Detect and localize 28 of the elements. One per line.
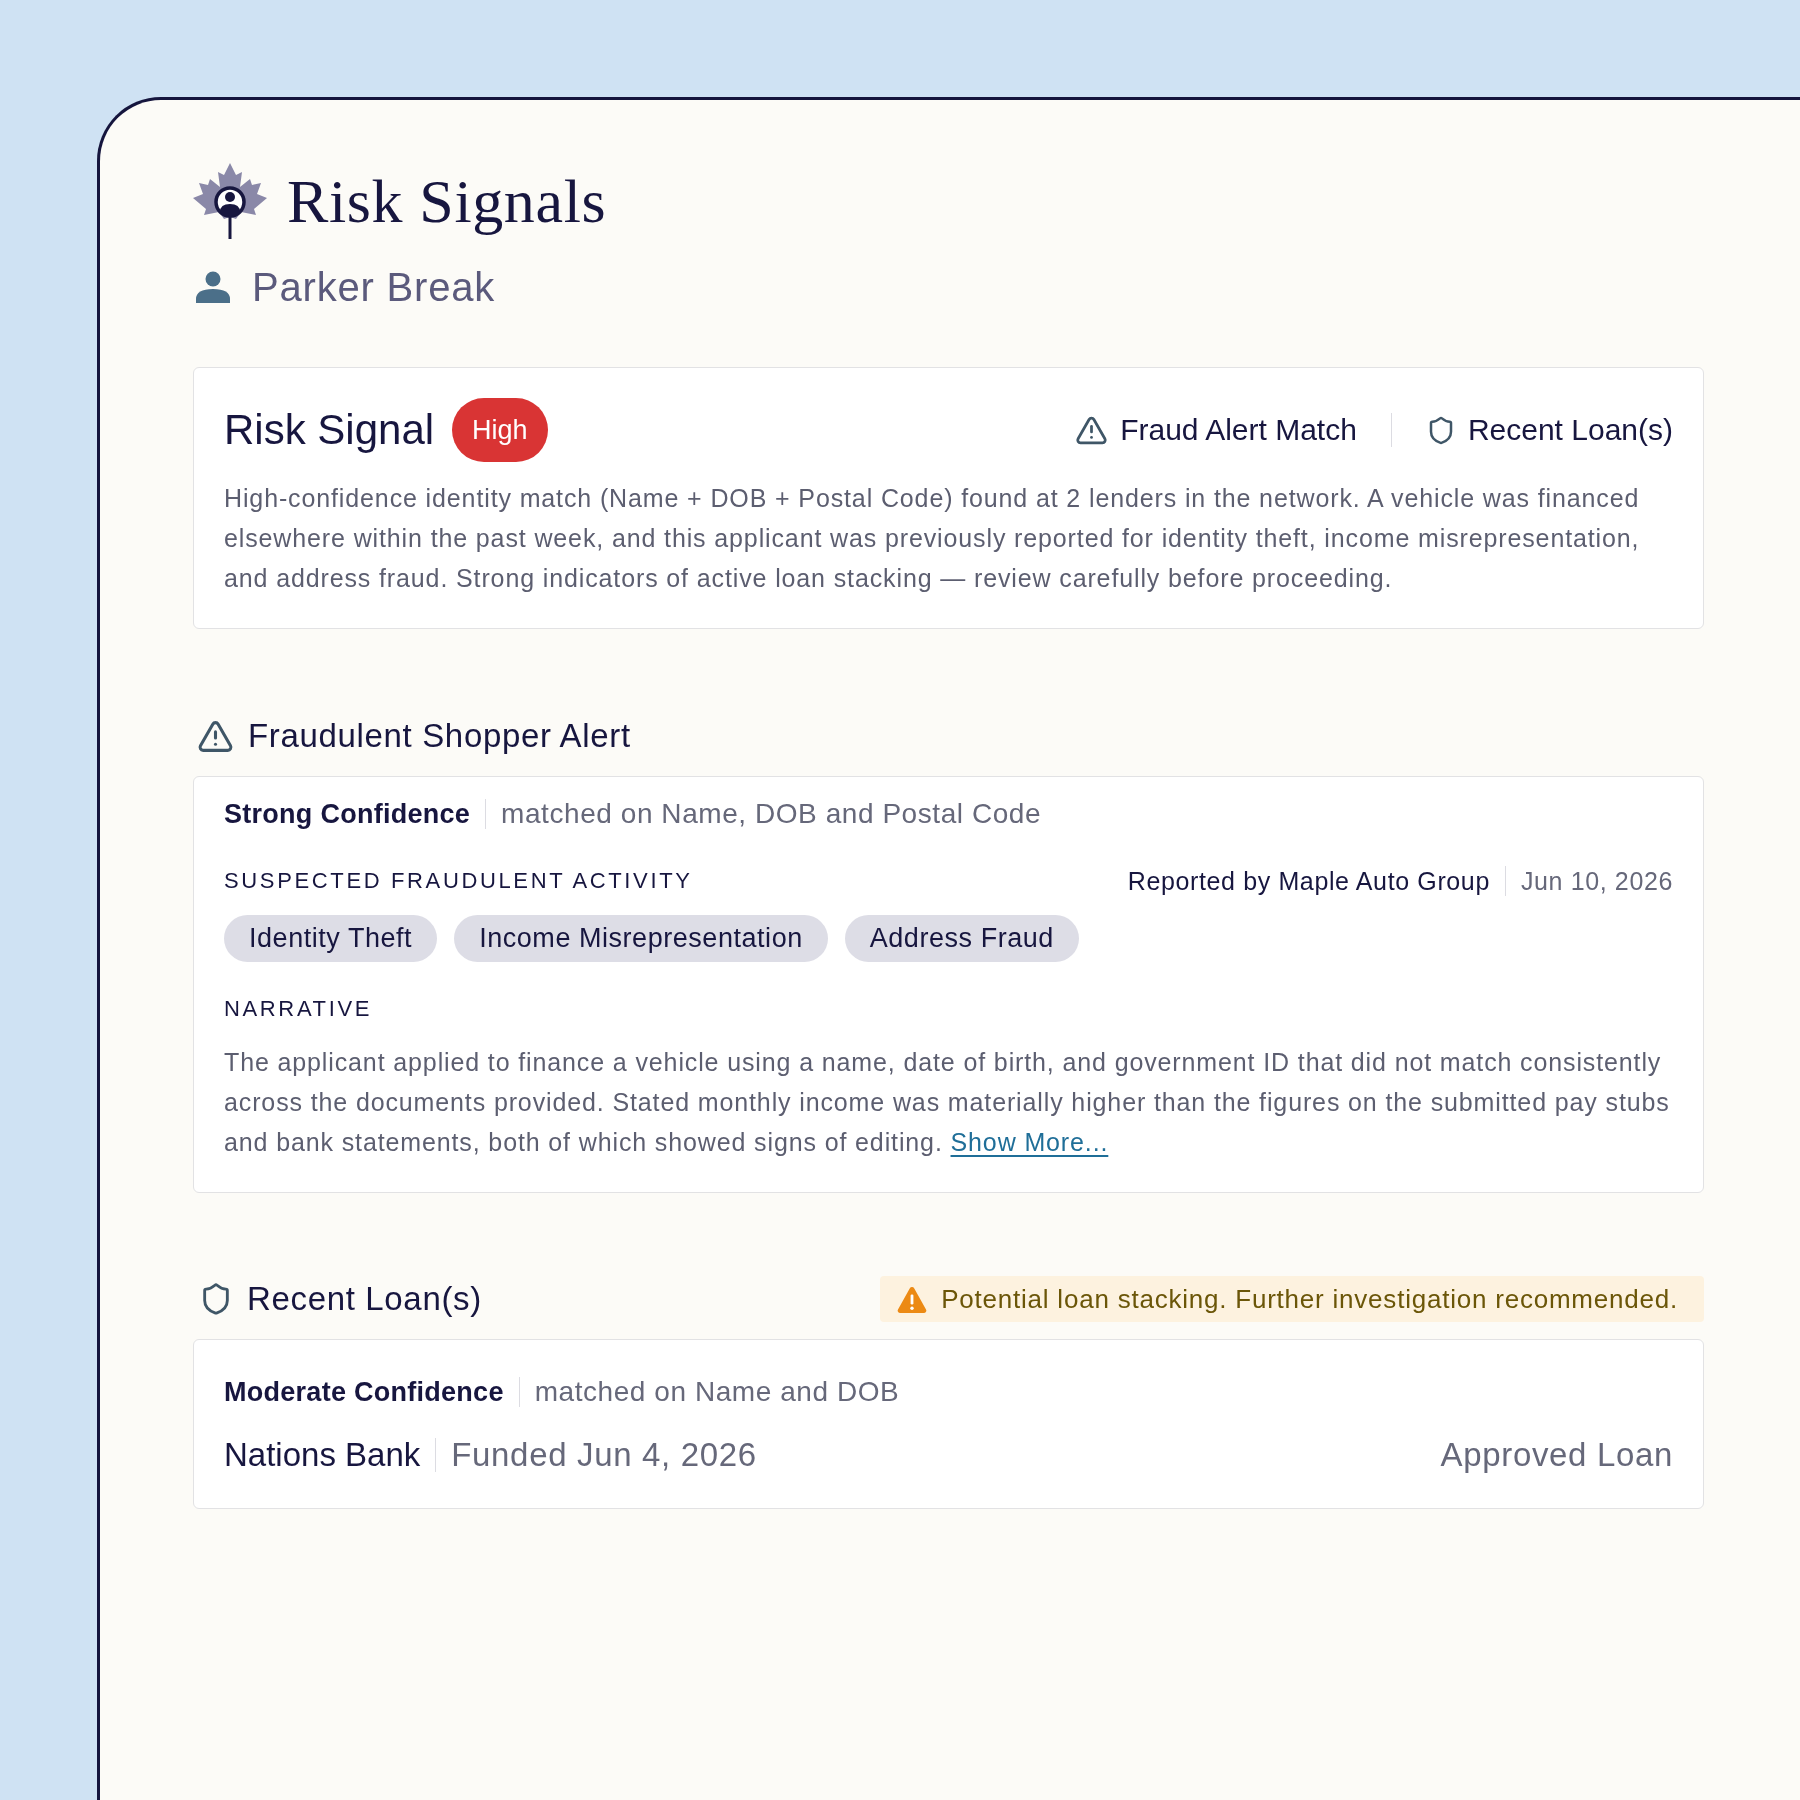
section-title: Recent Loan(s) [247,1279,482,1319]
narrative-text: The applicant applied to finance a vehicle using a name, date of birth, and government ID that did not match consistently across the documents provided. Stated monthly income was materially higher than the figures on the submitted pay stubs and bank statements, both of which showed signs of editing. Show More... [224,1047,1671,1158]
activity-heading: SUSPECTED FRAUDULENT ACTIVITY [224,867,693,895]
loan-status: Approved Loan [1440,1435,1673,1475]
reported-by: Reported by Maple Auto Group [1127,866,1490,897]
match-basis: matched on Name and DOB [534,1375,900,1409]
severity-badge: High [452,398,548,462]
confidence-label: Moderate Confidence [224,1376,504,1409]
show-more-link[interactable]: Show More... [950,1128,1109,1156]
source-label: Recent Loan(s) [1467,412,1673,448]
warning-text: Potential loan stacking. Further investigation recommended. [941,1283,1678,1315]
warning-icon [897,1285,928,1313]
summary-text: High-confidence identity match (Name + DOB + Postal Code) found at 2 lenders in the network. A vehicle was financed elsewhere within the past week, and this applicant was previously reported for identity theft, income misrepresentation, and address fraud. Strong indicators of active loan stacking — review carefully before proceeding. [224,483,1641,594]
funded-date: Funded Jun 4, 2026 [451,1435,757,1475]
report-date: Jun 10, 2026 [1520,866,1673,897]
source-label: Fraud Alert Match [1120,412,1357,448]
confidence-label: Strong Confidence [224,798,471,831]
narrative-heading: NARRATIVE [224,995,374,1023]
card-title: Risk Signal [224,405,435,455]
lender-name: Nations Bank [224,1435,421,1475]
section-title: Fraudulent Shopper Alert [248,716,631,756]
applicant-name: Parker Break [252,265,496,309]
activity-tag: Income Misrepresentation [454,915,828,962]
activity-tag: Identity Theft [224,915,438,962]
match-basis: matched on Name, DOB and Postal Code [501,797,1042,831]
activity-tag: Address Fraud [844,915,1079,962]
maple-leaf-logo-icon [193,163,267,239]
person-icon [196,271,230,303]
